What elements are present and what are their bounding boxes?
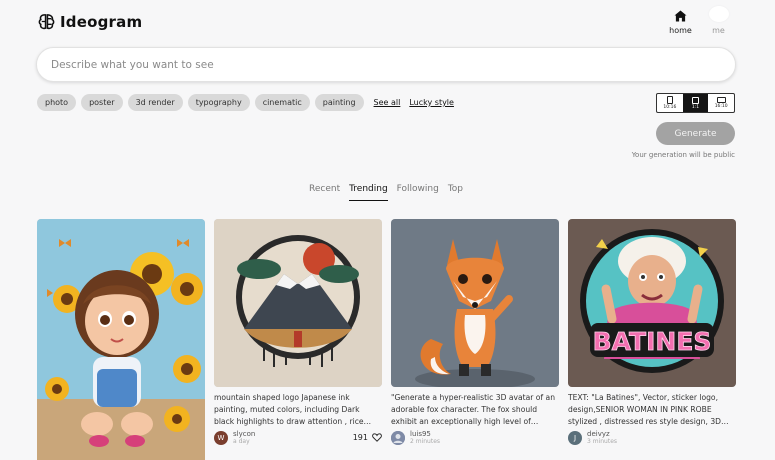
username[interactable]: slycon (233, 430, 255, 438)
card-caption: "Generate a hyper-realistic 3D avatar of… (391, 393, 556, 426)
gallery-card[interactable]: "Generate a hyper-realistic 3D avatar of… (391, 219, 559, 445)
aspect-ratio-selector: 10:16 1:1 16:10 (656, 93, 735, 113)
timestamp: a day (233, 438, 250, 445)
top-bar: Ideogram home me (0, 0, 775, 46)
mountain-logo-image (214, 219, 382, 387)
like-button[interactable]: 191 (353, 433, 382, 442)
tab-recent[interactable]: Recent (309, 184, 340, 201)
username[interactable]: luis95 (410, 430, 440, 438)
card-image[interactable] (37, 219, 205, 460)
card-meta: W slycon a day 191 (214, 430, 382, 445)
chip-poster[interactable]: poster (81, 94, 123, 111)
nav-me-label: me (712, 26, 725, 35)
chip-cinematic[interactable]: cinematic (254, 94, 310, 111)
girl-sunflowers-image (37, 219, 205, 460)
generate-button[interactable]: Generate (656, 122, 735, 145)
la-batines-sticker-image: BATINES (568, 219, 736, 387)
app-name: Ideogram (60, 12, 143, 31)
see-all-link[interactable]: See all (374, 98, 401, 107)
tab-top[interactable]: Top (448, 184, 463, 201)
brain-logo-icon (38, 14, 55, 30)
user-avatar[interactable] (391, 430, 405, 445)
portrait-icon (666, 96, 673, 104)
user-avatar[interactable]: W (214, 430, 228, 445)
card-meta: J deivyz 3 minutes (568, 430, 736, 445)
style-chips: photo poster 3d render typography cinema… (37, 94, 458, 111)
gallery-card[interactable] (37, 219, 205, 460)
prompt-search-box[interactable] (36, 47, 736, 82)
timestamp: 2 minutes (410, 438, 441, 445)
landscape-icon (716, 97, 726, 103)
nav-me[interactable]: me (706, 6, 731, 35)
card-image[interactable] (214, 219, 382, 387)
chip-painting[interactable]: painting (314, 94, 364, 111)
svg-text:BATINES: BATINES (593, 327, 712, 356)
aspect-label: 1:1 (691, 104, 700, 110)
gallery-card[interactable]: BATINES TEXT: "La Batines", Vector, stic… (568, 219, 736, 445)
aspect-label: 10:16 (663, 105, 677, 110)
aspect-16-10-option[interactable]: 16:10 (708, 94, 734, 112)
aspect-10-16-option[interactable]: 10:16 (657, 94, 683, 112)
timestamp: 3 minutes (587, 438, 618, 445)
chip-typography[interactable]: typography (187, 94, 250, 111)
tab-trending[interactable]: Trending (349, 184, 388, 201)
aspect-1-1-option[interactable]: 1:1 (682, 94, 709, 112)
public-generation-note: Your generation will be public (631, 151, 735, 159)
tab-following[interactable]: Following (397, 184, 439, 201)
heart-icon (372, 433, 382, 442)
chip-3d-render[interactable]: 3d render (127, 94, 183, 111)
square-icon (692, 96, 699, 104)
like-count: 191 (352, 433, 368, 442)
chip-photo[interactable]: photo (37, 94, 77, 111)
prompt-input[interactable] (37, 48, 735, 81)
feed-tabs: Recent Trending Following Top (309, 184, 472, 201)
nav-home-label: home (669, 26, 692, 35)
fox-avatar-image (391, 219, 559, 387)
user-photo-icon (391, 430, 405, 445)
user-avatar[interactable]: J (568, 430, 582, 445)
lucky-style-link[interactable]: Lucky style (409, 98, 454, 107)
username[interactable]: deivyz (587, 430, 617, 438)
aspect-label: 16:10 (714, 104, 728, 109)
gallery-card[interactable]: mountain shaped logo Japanese ink painti… (214, 219, 382, 445)
card-image[interactable] (391, 219, 559, 387)
card-caption: TEXT: "La Batines", Vector, sticker logo… (568, 393, 729, 426)
card-meta: luis95 2 minutes (391, 430, 559, 445)
card-image[interactable]: BATINES (568, 219, 736, 387)
nav-home[interactable]: home (668, 10, 693, 35)
card-caption: mountain shaped logo Japanese ink painti… (214, 393, 372, 426)
user-avatar (708, 6, 729, 22)
home-icon (674, 10, 687, 22)
ideogram-logo[interactable]: Ideogram (37, 12, 142, 31)
